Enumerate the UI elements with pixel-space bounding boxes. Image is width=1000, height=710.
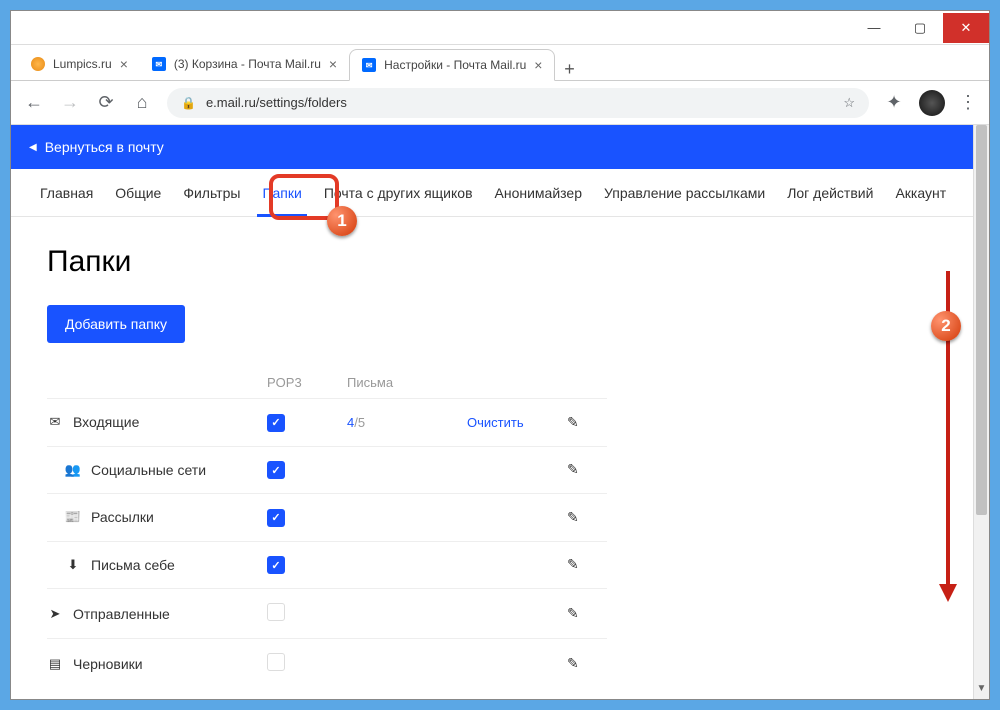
- table-header: POP3 Письма: [47, 367, 607, 398]
- tab-title: Настройки - Почта Mail.ru: [384, 58, 526, 72]
- pop3-checkbox[interactable]: [267, 603, 285, 621]
- new-tab-button[interactable]: +: [555, 59, 583, 80]
- folder-name: Социальные сети: [91, 462, 206, 478]
- favicon-icon: [31, 57, 45, 71]
- letters-count: 4/5: [347, 415, 467, 430]
- table-row: ✉ Входящие ✓ 4/5Очистить✎: [47, 398, 607, 446]
- folder-name: Отправленные: [73, 606, 170, 622]
- edit-icon[interactable]: ✎: [567, 509, 607, 526]
- pop3-checkbox[interactable]: [267, 653, 285, 671]
- settings-tab-главная[interactable]: Главная: [29, 169, 104, 217]
- annotation-arrowhead: [939, 584, 957, 602]
- settings-tab-аккаунт[interactable]: Аккаунт: [884, 169, 957, 217]
- edit-icon[interactable]: ✎: [567, 414, 607, 431]
- folder-name-cell: 👥 Социальные сети: [47, 462, 267, 478]
- return-label: Вернуться в почту: [45, 139, 164, 155]
- profile-avatar[interactable]: [919, 90, 945, 116]
- back-icon[interactable]: ←: [23, 92, 45, 113]
- page-title: Папки: [47, 245, 937, 279]
- window-titlebar: — ▢ ✕: [11, 11, 989, 45]
- folder-name-cell: ⬇ Письма себе: [47, 557, 267, 573]
- maximize-button[interactable]: ▢: [897, 13, 943, 43]
- browser-tabstrip: Lumpics.ru × ✉ (3) Корзина - Почта Mail.…: [11, 45, 989, 81]
- scrollbar[interactable]: ▲ ▼: [973, 125, 989, 699]
- folder-name: Черновики: [73, 656, 143, 672]
- folder-name: Письма себе: [91, 557, 175, 573]
- table-row: ➤ Отправленные ✎: [47, 588, 607, 638]
- scroll-down-icon[interactable]: ▼: [974, 683, 989, 699]
- close-tab-icon[interactable]: ×: [534, 57, 542, 73]
- close-tab-icon[interactable]: ×: [120, 56, 128, 72]
- back-triangle-icon: ◀: [29, 142, 37, 153]
- favicon-icon: ✉: [362, 58, 376, 72]
- clear-link[interactable]: Очистить: [467, 415, 567, 430]
- add-folder-button[interactable]: Добавить папку: [47, 305, 185, 343]
- url-text: e.mail.ru/settings/folders: [206, 95, 347, 110]
- folder-name-cell: ➤ Отправленные: [47, 606, 267, 622]
- folder-icon: ✉: [47, 414, 63, 430]
- table-row: 👥 Социальные сети ✓ ✎: [47, 446, 607, 494]
- settings-tab-анонимайзер[interactable]: Анонимайзер: [484, 169, 593, 217]
- settings-tab-управление рассылками[interactable]: Управление рассылками: [593, 169, 776, 217]
- folder-icon: ➤: [47, 606, 63, 622]
- extensions-icon[interactable]: ✦: [883, 92, 905, 113]
- scroll-thumb[interactable]: [976, 125, 987, 515]
- pop3-checkbox[interactable]: ✓: [267, 509, 285, 527]
- pop3-checkbox[interactable]: ✓: [267, 556, 285, 574]
- star-icon[interactable]: ☆: [843, 95, 855, 111]
- table-row: ⬇ Письма себе ✓ ✎: [47, 541, 607, 589]
- browser-tab[interactable]: ✉ (3) Корзина - Почта Mail.ru ×: [140, 48, 349, 80]
- reload-icon[interactable]: ⟳: [95, 92, 117, 113]
- folder-icon: 👥: [65, 462, 81, 478]
- pop3-checkbox[interactable]: ✓: [267, 461, 285, 479]
- folder-name-cell: ▤ Черновики: [47, 656, 267, 672]
- table-row: ▤ Черновики ✎: [47, 638, 607, 688]
- annotation-badge: 1: [327, 206, 357, 236]
- settings-tab-лог действий[interactable]: Лог действий: [776, 169, 884, 217]
- close-button[interactable]: ✕: [943, 13, 989, 43]
- tab-title: Lumpics.ru: [53, 57, 112, 71]
- col-pop3: POP3: [267, 375, 347, 390]
- settings-tab-папки[interactable]: Папки: [251, 169, 312, 217]
- menu-icon[interactable]: ⋮: [959, 92, 977, 113]
- folders-table: POP3 Письма ✉Входящие✓4/5Очистить✎👥Социа…: [47, 367, 607, 688]
- folder-icon: 📰: [65, 509, 81, 525]
- edit-icon[interactable]: ✎: [567, 655, 607, 672]
- forward-icon[interactable]: →: [59, 92, 81, 113]
- browser-toolbar: ← → ⟳ ⌂ 🔒 e.mail.ru/settings/folders ☆ ✦…: [11, 81, 989, 125]
- minimize-button[interactable]: —: [851, 13, 897, 43]
- folder-name: Рассылки: [91, 509, 154, 525]
- browser-tab[interactable]: ✉ Настройки - Почта Mail.ru ×: [349, 49, 555, 81]
- favicon-icon: ✉: [152, 57, 166, 71]
- annotation-badge: 2: [931, 311, 961, 341]
- settings-tab-фильтры[interactable]: Фильтры: [172, 169, 251, 217]
- browser-tab[interactable]: Lumpics.ru ×: [19, 48, 140, 80]
- folder-icon: ▤: [47, 656, 63, 672]
- address-bar[interactable]: 🔒 e.mail.ru/settings/folders ☆: [167, 88, 869, 118]
- close-tab-icon[interactable]: ×: [329, 56, 337, 72]
- settings-tabs: ГлавнаяОбщиеФильтрыПапкиПочта с других я…: [11, 169, 973, 217]
- folder-icon: ⬇: [65, 557, 81, 573]
- settings-tab-общие[interactable]: Общие: [104, 169, 172, 217]
- col-letters: Письма: [347, 375, 467, 390]
- home-icon[interactable]: ⌂: [131, 92, 153, 113]
- edit-icon[interactable]: ✎: [567, 556, 607, 573]
- folder-name-cell: ✉ Входящие: [47, 414, 267, 430]
- tab-title: (3) Корзина - Почта Mail.ru: [174, 57, 321, 71]
- page-content: ◀ Вернуться в почту ГлавнаяОбщиеФильтрыП…: [11, 125, 973, 699]
- pop3-checkbox[interactable]: ✓: [267, 414, 285, 432]
- table-row: 📰 Рассылки ✓ ✎: [47, 493, 607, 541]
- folder-name: Входящие: [73, 414, 139, 430]
- lock-icon: 🔒: [181, 96, 196, 110]
- edit-icon[interactable]: ✎: [567, 605, 607, 622]
- edit-icon[interactable]: ✎: [567, 461, 607, 478]
- folder-name-cell: 📰 Рассылки: [47, 509, 267, 525]
- return-banner[interactable]: ◀ Вернуться в почту: [11, 125, 973, 169]
